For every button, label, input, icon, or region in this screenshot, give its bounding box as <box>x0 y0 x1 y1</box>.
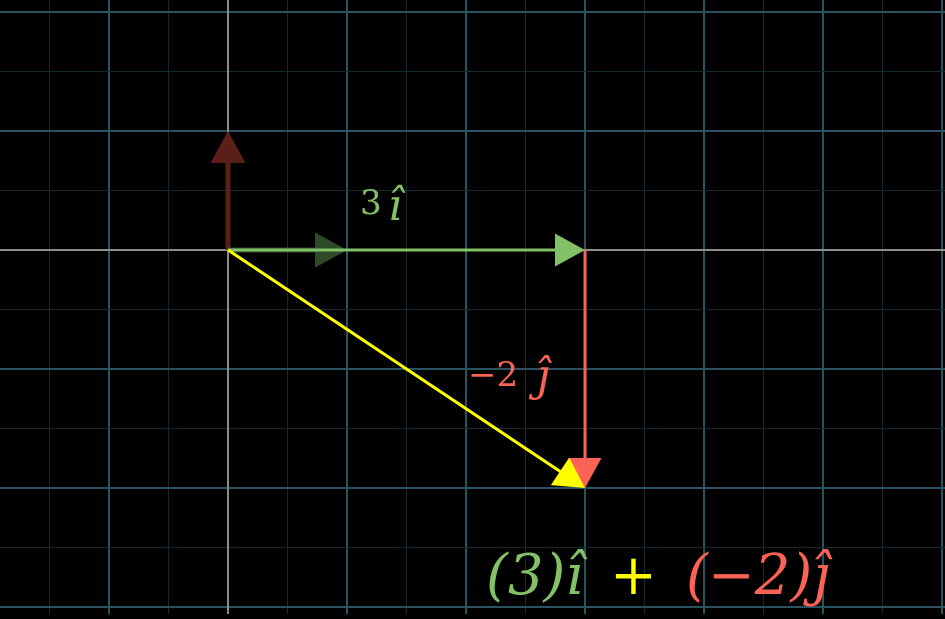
i-hat-symbol: î <box>388 180 406 231</box>
expression-i-term: (3)î <box>486 543 587 608</box>
expression-plus: + <box>610 543 657 608</box>
coordinate-plane: 3 î −2 ĵ (3)î + (−2)ĵ <box>0 0 945 614</box>
scaled-i-arrow-head <box>555 233 585 267</box>
scaled-i-label: 3 î <box>360 180 406 231</box>
grid-lines <box>0 0 945 614</box>
axes <box>0 0 945 614</box>
diagram-canvas: 3 î −2 ĵ (3)î + (−2)ĵ <box>0 0 945 614</box>
j-coefficient: −2 <box>468 355 518 395</box>
i-coefficient: 3 <box>360 183 382 223</box>
linear-combination-expression: (3)î + (−2)ĵ <box>486 543 833 608</box>
j-hat-basis-arrow-head <box>210 131 246 163</box>
j-hat-symbol: ĵ <box>528 350 552 401</box>
scaled-j-label: −2 ĵ <box>468 350 552 401</box>
expression-j-term: (−2)ĵ <box>686 543 833 608</box>
